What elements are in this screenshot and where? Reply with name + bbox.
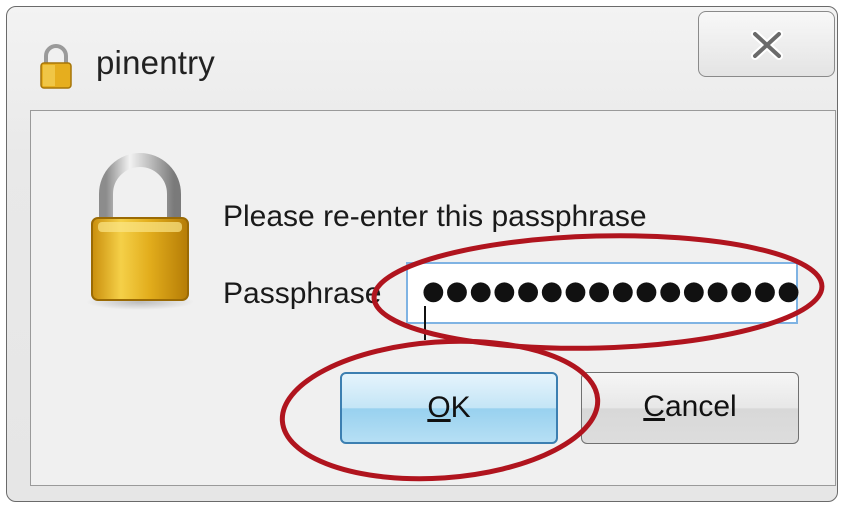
- cancel-label-rest: ancel: [664, 390, 737, 423]
- passphrase-prompt: Please re-enter this passphrase: [223, 200, 647, 233]
- passphrase-label: Passphrase: [223, 277, 382, 310]
- passphrase-masked-value: ●●●●●●●●●●●●●●●●: [422, 276, 801, 340]
- lock-icon: [40, 44, 72, 89]
- padlock-icon: [86, 153, 194, 310]
- close-button[interactable]: [698, 11, 835, 77]
- ok-label-rest: K: [450, 391, 471, 424]
- window-title: pinentry: [96, 44, 216, 81]
- close-x-icon: [751, 30, 783, 60]
- cancel-button[interactable]: Cancel: [581, 372, 799, 444]
- cancel-mnemonic: C: [643, 390, 665, 423]
- passphrase-input[interactable]: ●●●●●●●●●●●●●●●●: [406, 262, 800, 340]
- ok-mnemonic: O: [427, 391, 451, 424]
- ok-button[interactable]: OK: [340, 372, 558, 444]
- text-caret: [424, 306, 426, 340]
